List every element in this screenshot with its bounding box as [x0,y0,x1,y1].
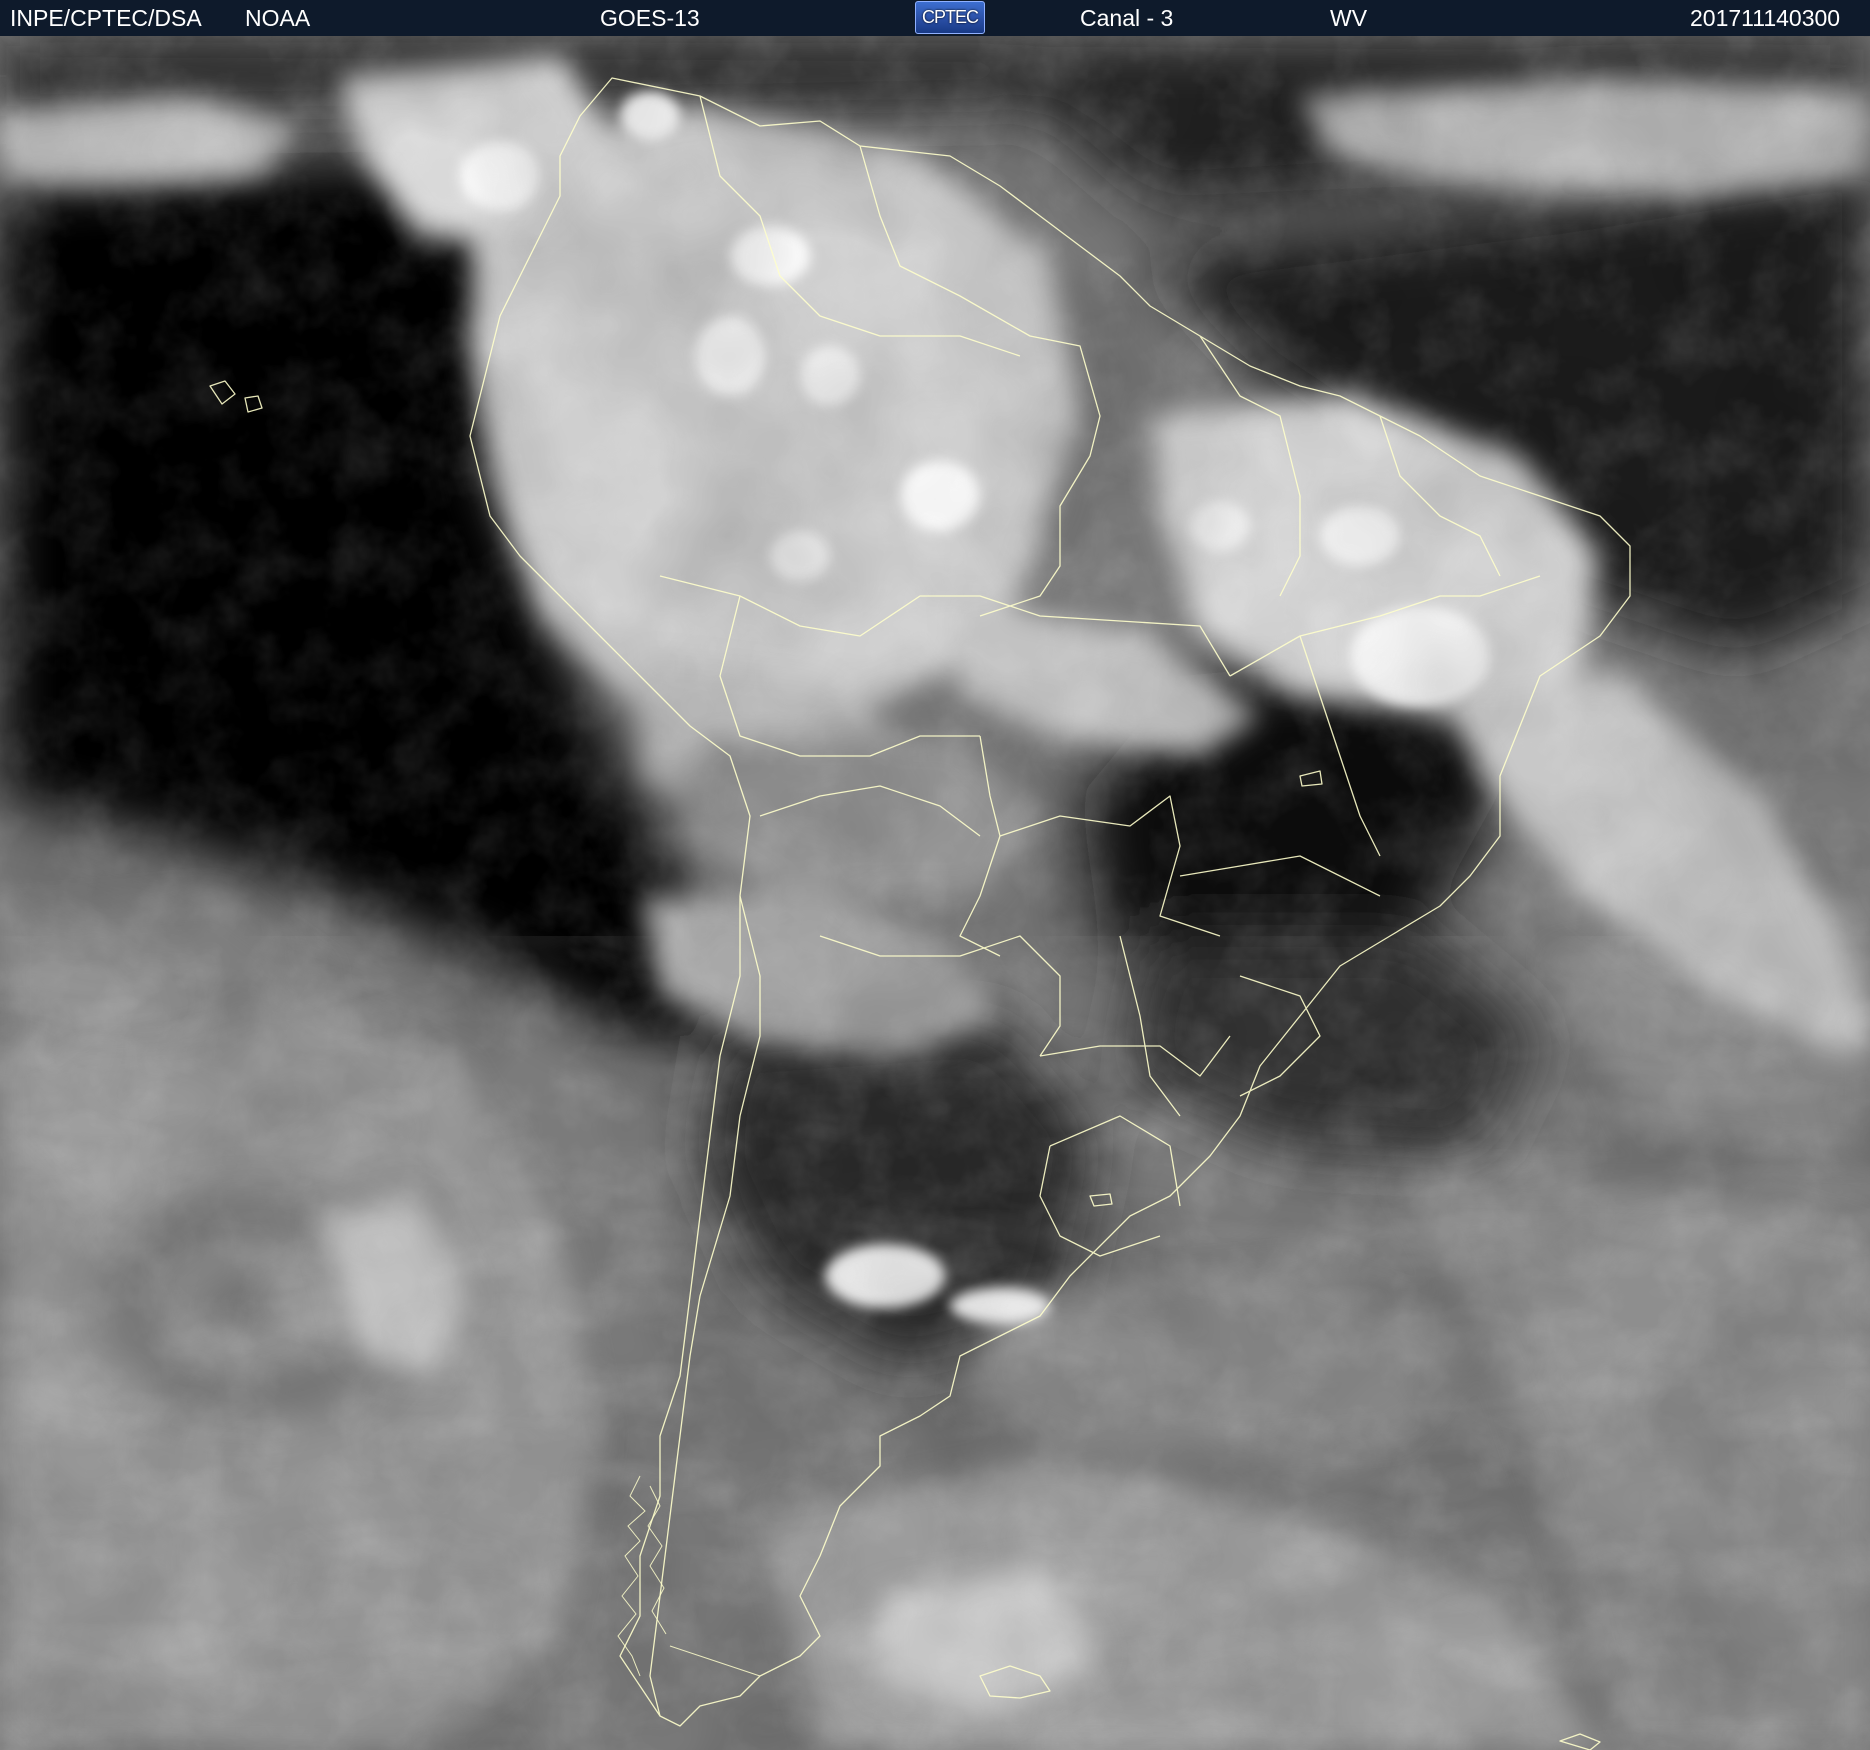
cptec-logo-text: CPTEC [921,7,979,27]
satellite-image-canvas [0,36,1870,1750]
satellite-image [0,36,1870,1750]
source-label: NOAA [245,5,311,31]
agency-label: INPE/CPTEC/DSA [10,5,202,31]
timestamp-label: 201711140300 [1690,5,1841,31]
channel-label: Canal - 3 [1080,5,1174,31]
cptec-logo: CPTEC [915,1,985,34]
band-label: WV [1330,5,1368,31]
satellite-label: GOES-13 [600,5,700,31]
image-header-bar: INPE/CPTEC/DSA NOAA GOES-13 CPTEC Canal … [0,0,1870,36]
